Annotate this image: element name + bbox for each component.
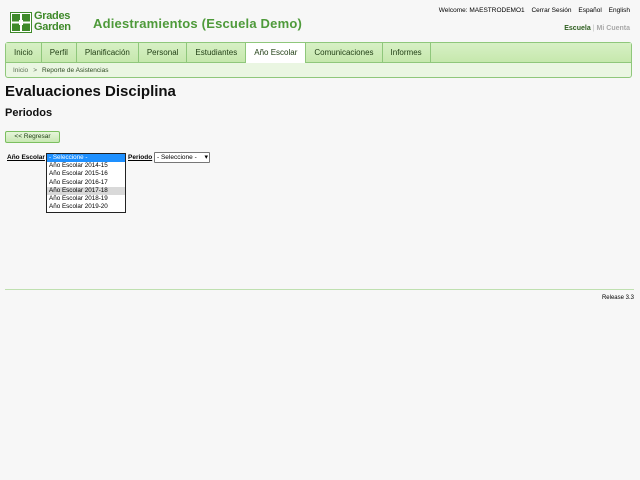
year-option[interactable]: Año Escolar 2018-19 <box>47 195 125 203</box>
grades-garden-logo-icon <box>10 12 32 33</box>
my-account-link[interactable]: Mi Cuenta <box>597 25 630 32</box>
welcome-text: Welcome: MAESTRODEMO1 <box>438 7 525 14</box>
year-option[interactable]: Año Escolar 2014-15 <box>47 162 125 170</box>
tab-personal[interactable]: Personal <box>139 43 188 62</box>
release-version: Release 3.3 <box>601 295 634 301</box>
year-option[interactable]: Año Escolar 2019-20 <box>47 203 125 211</box>
tab-comunicaciones[interactable]: Comunicaciones <box>306 43 383 62</box>
header: Grades Garden Adiestramientos (Escuela D… <box>0 0 640 42</box>
breadcrumb-home-link[interactable]: Inicio <box>13 67 28 74</box>
school-link[interactable]: Escuela <box>564 25 590 32</box>
year-option[interactable]: Año Escolar 2017-18 <box>47 186 125 195</box>
account-separator: | <box>592 25 595 32</box>
period-select-value: - Seleccione - <box>157 154 197 161</box>
breadcrumb-current[interactable]: Reporte de Asistencias <box>42 67 108 74</box>
tab-inicio[interactable]: Inicio <box>6 43 42 62</box>
school-year-label: Año Escolar <box>7 154 45 161</box>
tab-perfil[interactable]: Perfil <box>42 43 77 62</box>
top-links: Welcome: MAESTRODEMO1 Cerrar Sesión Espa… <box>434 7 630 14</box>
year-option[interactable]: Año Escolar 2016-17 <box>47 179 125 187</box>
menu-tabs: Inicio Perfil Planificación Personal Est… <box>6 43 631 63</box>
period-label: Periodo <box>128 154 153 161</box>
page-subtitle: Periodos <box>5 107 53 119</box>
year-option[interactable]: Año Escolar 2015-16 <box>47 170 125 178</box>
logo-text-line2: Garden <box>34 21 71 33</box>
year-option[interactable]: - Seleccione - <box>47 154 125 163</box>
tab-planificacion[interactable]: Planificación <box>77 43 139 62</box>
tab-ano-escolar[interactable]: Año Escolar <box>246 43 307 63</box>
logout-link[interactable]: Cerrar Sesión <box>531 7 571 14</box>
breadcrumb-separator: > <box>33 67 37 74</box>
spanish-link[interactable]: Español <box>578 7 602 14</box>
breadcrumb: Inicio > Reporte de Asistencias <box>13 67 108 74</box>
english-link[interactable]: English <box>609 7 630 14</box>
footer-divider <box>5 289 634 290</box>
app-title: Adiestramientos (Escuela Demo) <box>93 16 303 31</box>
account-links: Escuela | Mi Cuenta <box>564 25 630 32</box>
tab-informes[interactable]: Informes <box>383 43 431 62</box>
page-title: Evaluaciones Disciplina <box>5 83 176 100</box>
school-year-dropdown-list[interactable]: - Seleccione - Año Escolar 2014-15 Año E… <box>46 153 126 213</box>
tab-estudiantes[interactable]: Estudiantes <box>187 43 247 62</box>
logo[interactable]: Grades Garden <box>10 11 80 35</box>
back-button[interactable]: << Regresar <box>5 131 60 143</box>
chevron-down-icon: ▾ <box>204 154 208 161</box>
period-select[interactable]: - Seleccione - ▾ <box>154 152 210 163</box>
main-menu: Inicio Perfil Planificación Personal Est… <box>5 42 632 78</box>
